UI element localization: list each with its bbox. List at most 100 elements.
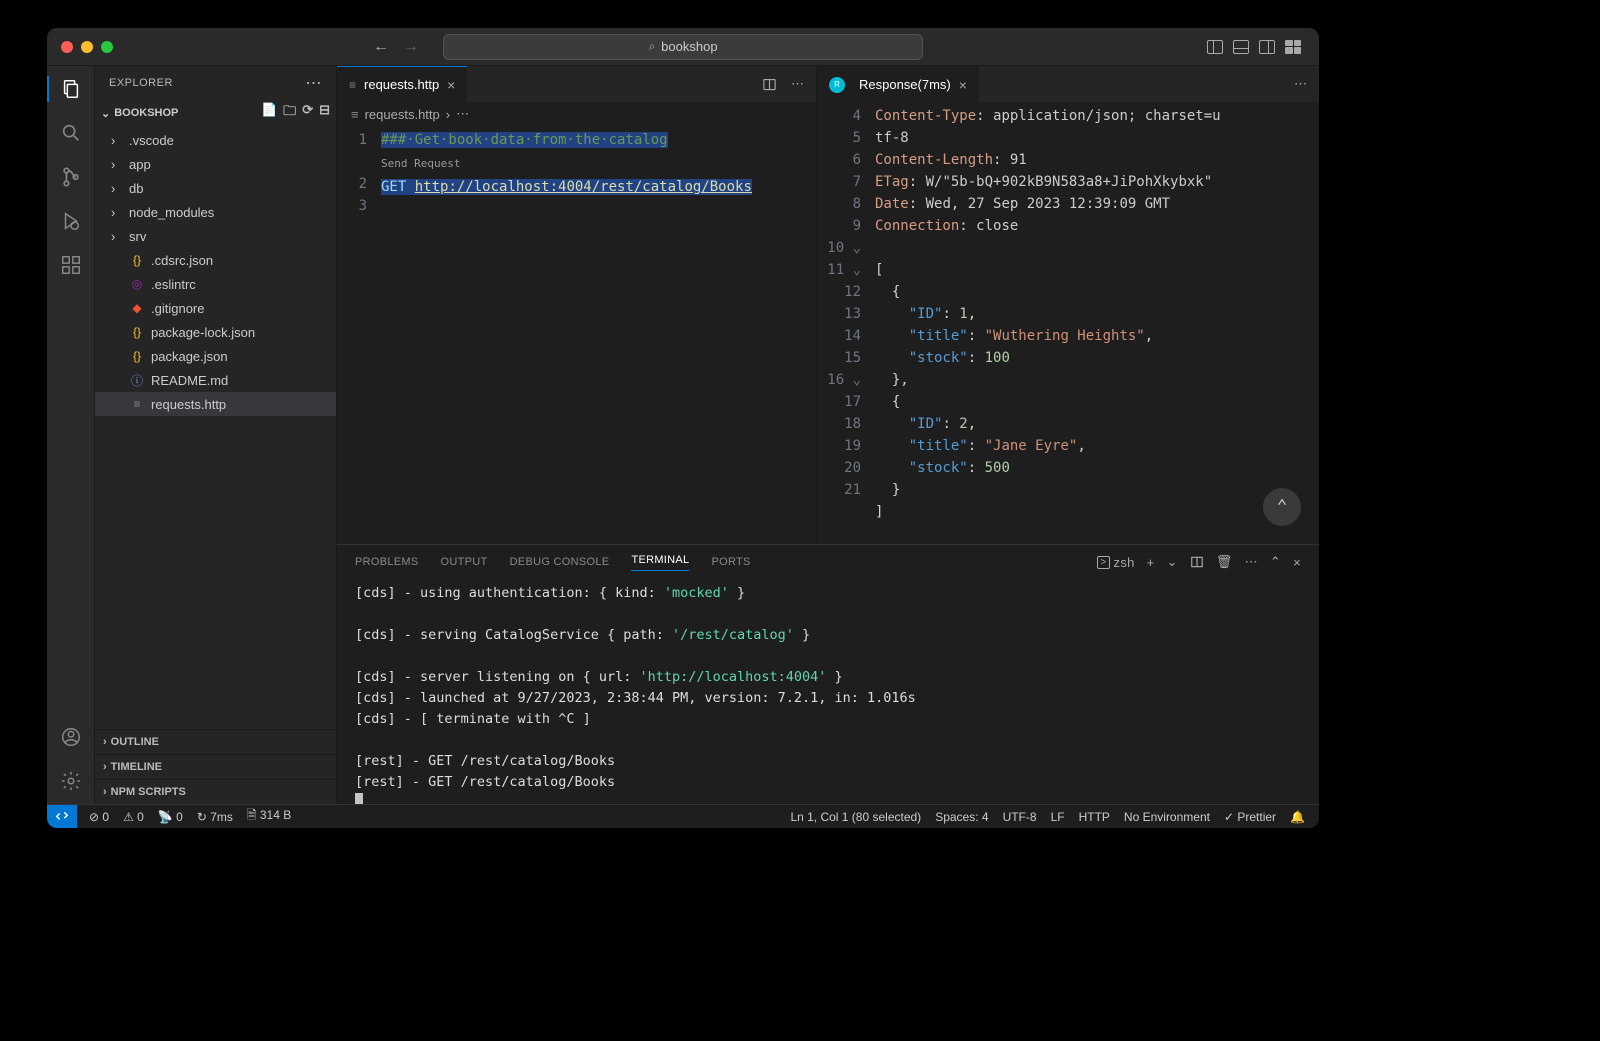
section-npm scripts[interactable]: ›NPM SCRIPTS: [95, 784, 336, 800]
tab-close-icon[interactable]: ×: [959, 77, 967, 93]
maximize-icon[interactable]: [101, 41, 113, 53]
traffic-lights: [47, 41, 113, 53]
status-environment[interactable]: No Environment: [1124, 810, 1210, 824]
sidebar-more-icon[interactable]: ⋯: [306, 73, 323, 93]
chevron-right-icon: ›: [103, 736, 107, 748]
editor-body-right[interactable]: 4 5 6 7 8 9 10 ⌄11 ⌄12 13 14 15 16 ⌄17 1…: [817, 102, 1319, 544]
folder-node_modules[interactable]: ›node_modules: [95, 200, 336, 224]
sidebar-header: EXPLORER ⋯: [95, 66, 336, 100]
file-.cdsrc.json[interactable]: {} .cdsrc.json: [95, 248, 336, 272]
close-icon[interactable]: [61, 41, 73, 53]
terminal-output[interactable]: [cds] - using authentication: { kind: 'm…: [337, 579, 1319, 804]
section-timeline[interactable]: ›TIMELINE: [95, 759, 336, 775]
status-language[interactable]: HTTP: [1079, 810, 1110, 824]
status-spaces[interactable]: Spaces: 4: [935, 810, 988, 824]
remote-indicator[interactable]: [47, 805, 77, 828]
tree-label: .cdsrc.json: [151, 253, 213, 268]
run-debug-icon[interactable]: [58, 208, 84, 234]
command-center[interactable]: ⌕ bookshop: [443, 34, 923, 60]
tab-close-icon[interactable]: ×: [447, 77, 455, 93]
http-icon: ≡: [129, 397, 145, 411]
tab-requests-http[interactable]: ≡ requests.http ×: [337, 66, 467, 102]
status-time[interactable]: ↻ 7ms: [197, 810, 233, 824]
maximize-panel-icon[interactable]: ⌃: [1270, 554, 1281, 570]
toggle-right-sidebar-icon[interactable]: [1259, 40, 1275, 54]
terminal-dropdown-icon[interactable]: ⌄: [1167, 554, 1178, 570]
status-eol[interactable]: LF: [1051, 810, 1065, 824]
new-file-icon[interactable]: 📄: [261, 102, 277, 124]
file-.eslintrc[interactable]: ◎.eslintrc: [95, 272, 336, 296]
breadcrumb[interactable]: ≡ requests.http › ⋯: [337, 102, 816, 126]
panel-tab-terminal[interactable]: TERMINAL: [631, 554, 689, 571]
split-terminal-icon[interactable]: [1190, 555, 1204, 569]
notifications-icon[interactable]: 🔔: [1290, 810, 1305, 824]
minimize-icon[interactable]: [81, 41, 93, 53]
file-README.md[interactable]: ⓘREADME.md: [95, 368, 336, 392]
kill-terminal-icon[interactable]: 🗑: [1216, 554, 1233, 570]
gutter: 4 5 6 7 8 9 10 ⌄11 ⌄12 13 14 15 16 ⌄17 1…: [817, 102, 875, 544]
status-encoding[interactable]: UTF-8: [1003, 810, 1037, 824]
file-package.json[interactable]: {}package.json: [95, 344, 336, 368]
editor-more-icon[interactable]: ⋯: [1294, 76, 1307, 92]
new-terminal-icon[interactable]: +: [1147, 555, 1155, 570]
chevron-right-icon: ›: [103, 761, 107, 773]
panel-tab-problems[interactable]: PROBLEMS: [355, 556, 419, 568]
nav-forward-icon[interactable]: →: [403, 38, 419, 56]
settings-gear-icon[interactable]: [58, 768, 84, 794]
source-control-icon[interactable]: [58, 164, 84, 190]
file-.gitignore[interactable]: ◆.gitignore: [95, 296, 336, 320]
folder-actions: 📄 🗀 ⟳ ⊟: [261, 102, 330, 124]
tree-label: requests.http: [151, 397, 226, 412]
search-activity-icon[interactable]: [58, 120, 84, 146]
layout-controls: [1207, 40, 1319, 54]
folder-app[interactable]: ›app: [95, 152, 336, 176]
workspace-folder-header[interactable]: ⌄ BOOKSHOP 📄 🗀 ⟳ ⊟: [95, 100, 336, 128]
customize-layout-icon[interactable]: [1285, 40, 1301, 54]
terminal-profile[interactable]: >zsh: [1097, 555, 1134, 570]
toggle-left-sidebar-icon[interactable]: [1207, 40, 1223, 54]
chevron-right-icon: ›: [111, 133, 123, 148]
toggle-panel-icon[interactable]: [1233, 40, 1249, 54]
folder-.vscode[interactable]: ›.vscode: [95, 128, 336, 152]
panel-tabs: PROBLEMS OUTPUT DEBUG CONSOLE TERMINAL PORTS…: [337, 545, 1319, 579]
panel-tab-ports[interactable]: PORTS: [711, 556, 750, 568]
status-errors[interactable]: ⊘ 0: [89, 810, 109, 824]
accounts-icon[interactable]: [58, 724, 84, 750]
panel-more-icon[interactable]: ⋯: [1245, 554, 1258, 570]
json-icon: {}: [129, 349, 145, 363]
panel-tab-debug-console[interactable]: DEBUG CONSOLE: [510, 556, 610, 568]
split-editor-icon[interactable]: [762, 77, 777, 92]
scroll-top-button[interactable]: ⌃: [1263, 488, 1301, 526]
send-request-codelens[interactable]: Send Request: [381, 153, 810, 175]
close-panel-icon[interactable]: ×: [1293, 555, 1301, 570]
titlebar: ← → ⌕ bookshop: [47, 28, 1319, 66]
collapse-icon[interactable]: ⊟: [319, 102, 330, 124]
editor-more-icon[interactable]: ⋯: [791, 76, 804, 92]
status-prettier[interactable]: ✓ Prettier: [1224, 810, 1276, 824]
folder-srv[interactable]: ›srv: [95, 224, 336, 248]
refresh-icon[interactable]: ⟳: [302, 102, 313, 124]
status-ports[interactable]: 📡 0: [158, 810, 183, 824]
file-package-lock.json[interactable]: {}package-lock.json: [95, 320, 336, 344]
chevron-down-icon: ⌄: [101, 107, 110, 120]
tree-label: node_modules: [129, 205, 214, 220]
folder-db[interactable]: ›db: [95, 176, 336, 200]
nav-back-icon[interactable]: ←: [373, 38, 389, 56]
status-cursor[interactable]: Ln 1, Col 1 (80 selected): [790, 810, 921, 824]
section-outline[interactable]: ›OUTLINE: [95, 734, 336, 750]
status-size[interactable]: 🗎 314 B: [247, 806, 291, 827]
explorer-icon[interactable]: [58, 76, 84, 102]
file-requests.http[interactable]: ≡ requests.http: [95, 392, 336, 416]
json-icon: {}: [129, 253, 145, 267]
tab-response[interactable]: R Response(7ms) ×: [817, 66, 979, 102]
editor-body-left[interactable]: 123 ###·Get·book·data·from·the·catalog S…: [337, 126, 816, 544]
new-folder-icon[interactable]: 🗀: [283, 102, 296, 124]
http-url: http://localhost:4004/rest/catalog/Books: [415, 179, 752, 195]
http-file-icon: ≡: [349, 78, 356, 92]
extensions-icon[interactable]: [58, 252, 84, 278]
gutter: 123: [337, 126, 381, 544]
search-icon: ⌕: [648, 39, 655, 54]
panel-tab-output[interactable]: OUTPUT: [441, 556, 488, 568]
status-warnings[interactable]: ⚠ 0: [123, 810, 144, 824]
tab-bar-left: ≡ requests.http × ⋯: [337, 66, 816, 102]
